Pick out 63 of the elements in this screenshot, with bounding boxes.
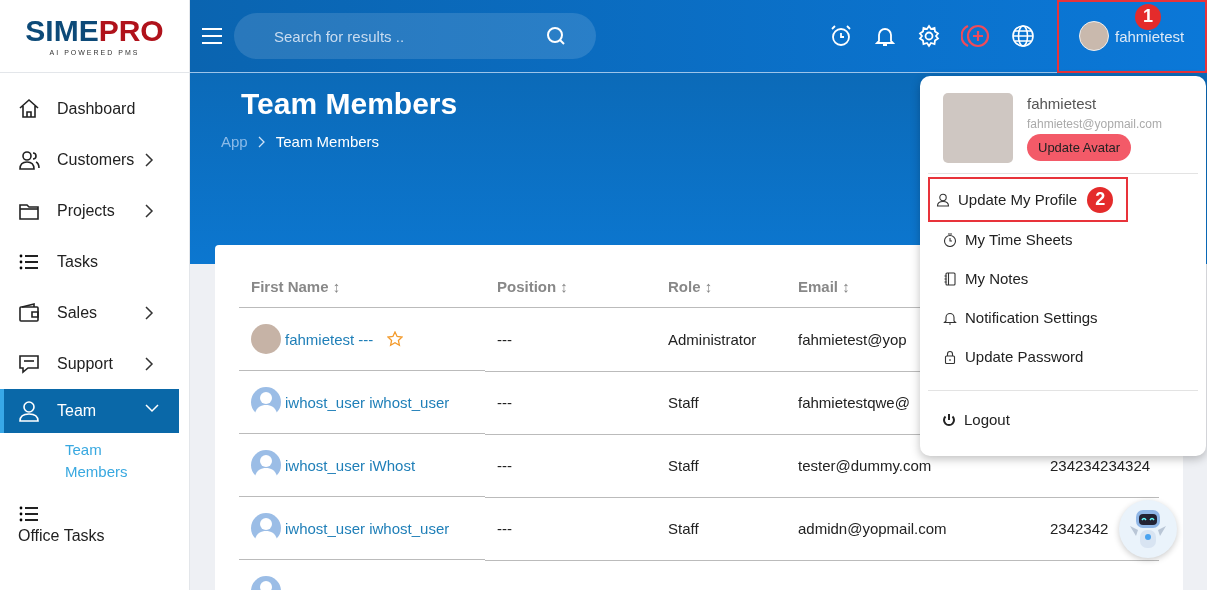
photo-placeholder: [943, 93, 1013, 163]
search-icon[interactable]: [546, 26, 566, 46]
user-name: fahmietest: [1027, 95, 1098, 112]
table-cell: ---: [497, 394, 512, 411]
table-cell: Staff: [668, 394, 699, 411]
lock-icon: [943, 349, 957, 364]
user-icon: [18, 400, 40, 422]
sidebar-item[interactable]: Projects: [0, 185, 179, 236]
sidebar-item[interactable]: Tasks: [0, 236, 179, 287]
sidebar-item[interactable]: Dashboard: [0, 83, 179, 134]
menu-item[interactable]: Update Password: [928, 337, 1198, 376]
table-cell: fahmietest@yop: [798, 330, 907, 348]
menu-item[interactable]: My Notes: [928, 259, 1198, 298]
sidebar-item[interactable]: Office Tasks: [0, 491, 120, 547]
step-marker: 1: [1135, 3, 1161, 30]
table-cell: 234234234324: [1050, 457, 1151, 474]
logout-menu-item[interactable]: Logout: [928, 391, 1198, 428]
menu-item[interactable]: Notification Settings: [928, 298, 1198, 337]
page-title: Team Members: [241, 87, 458, 122]
table-cell: ---: [497, 520, 512, 537]
notebook-icon: [943, 271, 957, 286]
update-avatar-button[interactable]: Update Avatar: [1027, 134, 1132, 161]
table-cell: ---: [497, 457, 512, 474]
table-cell: Staff: [668, 457, 699, 474]
sidebar-item[interactable]: Sales: [0, 287, 179, 338]
step-marker: 2: [1087, 186, 1114, 213]
users-icon: [18, 148, 40, 171]
table-cell: ---: [497, 330, 512, 348]
avatar-icon: [1079, 21, 1109, 51]
menu-icon[interactable]: [202, 28, 222, 44]
breadcrumb-item: Team Members: [275, 133, 380, 150]
menu-item[interactable]: My Time Sheets: [928, 220, 1198, 259]
table-cell: Staff: [668, 520, 699, 537]
user-email: fahmietest@yopmail.com: [1027, 117, 1162, 131]
bell-icon: [943, 310, 957, 325]
star-icon[interactable]: [387, 331, 404, 347]
column-header[interactable]: First Name ↕: [251, 278, 341, 295]
member-name-link[interactable]: iwhost_user iwhost_user: [285, 393, 450, 411]
member-name-link[interactable]: iwhost_user iWhost: [285, 456, 416, 474]
table-cell: fahmietestqwe@: [798, 394, 910, 411]
power-icon: [942, 412, 956, 427]
column-header[interactable]: Position ↕: [497, 278, 568, 295]
table-cell: tester@dummy.com: [798, 457, 932, 474]
settings-icon[interactable]: [917, 24, 941, 48]
stopwatch-icon: [943, 232, 957, 247]
table-cell: Administrator: [668, 330, 757, 348]
column-header[interactable]: Email ↕: [798, 278, 850, 295]
user-icon: [936, 192, 950, 207]
chevron-icon: [257, 135, 266, 148]
table-cell: admidn@yopmail.com: [798, 520, 947, 537]
sidebar-item[interactable]: Customers: [0, 134, 179, 185]
column-header[interactable]: Role ↕: [668, 278, 713, 295]
home-icon: [18, 97, 40, 120]
chat-icon: [18, 352, 40, 375]
table-cell: 2342342: [1050, 520, 1109, 537]
sidebar-item[interactable]: Support: [0, 338, 179, 389]
member-name-link[interactable]: iwhost_user iwhost_user: [285, 519, 450, 537]
alarm-clock-icon[interactable]: [829, 24, 853, 48]
member-name-link[interactable]: fahmietest ---: [285, 330, 374, 348]
user-menu-button[interactable]: fahmietest 1: [1057, 0, 1207, 73]
globe-icon[interactable]: [1011, 24, 1035, 48]
wallet-icon: [18, 301, 40, 324]
sidebar-item[interactable]: Team: [0, 389, 179, 433]
